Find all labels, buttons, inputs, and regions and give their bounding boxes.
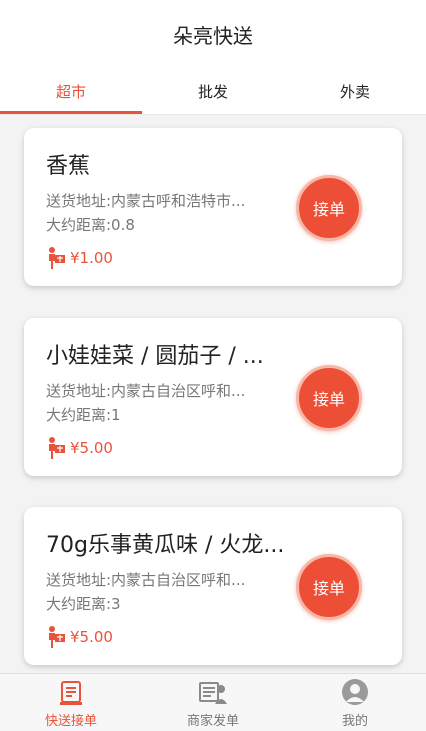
order-title: 小娃娃菜 / 圆茄子 / ...: [46, 344, 264, 369]
user-icon: [342, 679, 368, 705]
bottom-nav: 快送接单 商家发单 我的: [0, 673, 426, 731]
tab-takeout[interactable]: 外卖: [284, 68, 426, 114]
nav-express-orders[interactable]: 快送接单: [0, 674, 142, 731]
nav-label: 商家发单: [186, 714, 239, 729]
order-card[interactable]: 70g乐事黄瓜味 / 火龙... 送货地址:内蒙古自治区呼和... 大约距离:3…: [24, 507, 402, 665]
fee-row: ¥5.00: [46, 625, 113, 649]
nav-merchant-dispatch[interactable]: 商家发单: [142, 674, 284, 731]
nav-my-profile[interactable]: 我的: [284, 674, 426, 731]
tab-label: 超市: [55, 82, 86, 101]
tab-label: 批发: [197, 82, 228, 101]
delivery-fee: ¥5.00: [70, 439, 113, 457]
delivery-address: 送货地址:内蒙古自治区呼和...: [46, 571, 246, 589]
order-list-icon: [60, 681, 82, 705]
order-title: 70g乐事黄瓜味 / 火龙...: [46, 533, 285, 558]
distance: 大约距离:0.8: [46, 216, 135, 234]
accept-order-button[interactable]: 接单: [296, 365, 362, 431]
delivery-address: 送货地址:内蒙古自治区呼和...: [46, 382, 246, 400]
order-card[interactable]: 香蕉 送货地址:内蒙古呼和浩特市... 大约距离:0.8 ¥1.00 接单: [24, 128, 402, 286]
delivery-fee: ¥1.00: [70, 249, 113, 267]
category-tabs: 超市 批发 外卖: [0, 68, 426, 115]
nav-label: 快送接单: [44, 714, 97, 729]
order-title: 香蕉: [46, 154, 91, 179]
page-title: 朵亮快送: [173, 23, 253, 48]
tab-label: 外卖: [339, 82, 370, 101]
fee-row: ¥1.00: [46, 246, 113, 270]
distance: 大约距离:1: [46, 406, 121, 424]
courier-icon: [49, 247, 65, 269]
nav-label: 我的: [341, 714, 368, 729]
accept-order-button[interactable]: 接单: [296, 554, 362, 620]
app-header: 朵亮快送: [0, 0, 426, 68]
merchant-dispatch-icon: [199, 682, 227, 704]
distance: 大约距离:3: [46, 595, 121, 613]
courier-icon: [49, 626, 65, 648]
delivery-fee: ¥5.00: [70, 628, 113, 646]
delivery-address: 送货地址:内蒙古呼和浩特市...: [46, 192, 246, 210]
courier-icon: [49, 437, 65, 459]
tab-supermarket[interactable]: 超市: [0, 68, 142, 114]
fee-row: ¥5.00: [46, 436, 113, 460]
accept-order-button[interactable]: 接单: [296, 175, 362, 241]
tab-wholesale[interactable]: 批发: [142, 68, 284, 114]
order-card[interactable]: 小娃娃菜 / 圆茄子 / ... 送货地址:内蒙古自治区呼和... 大约距离:1…: [24, 318, 402, 476]
